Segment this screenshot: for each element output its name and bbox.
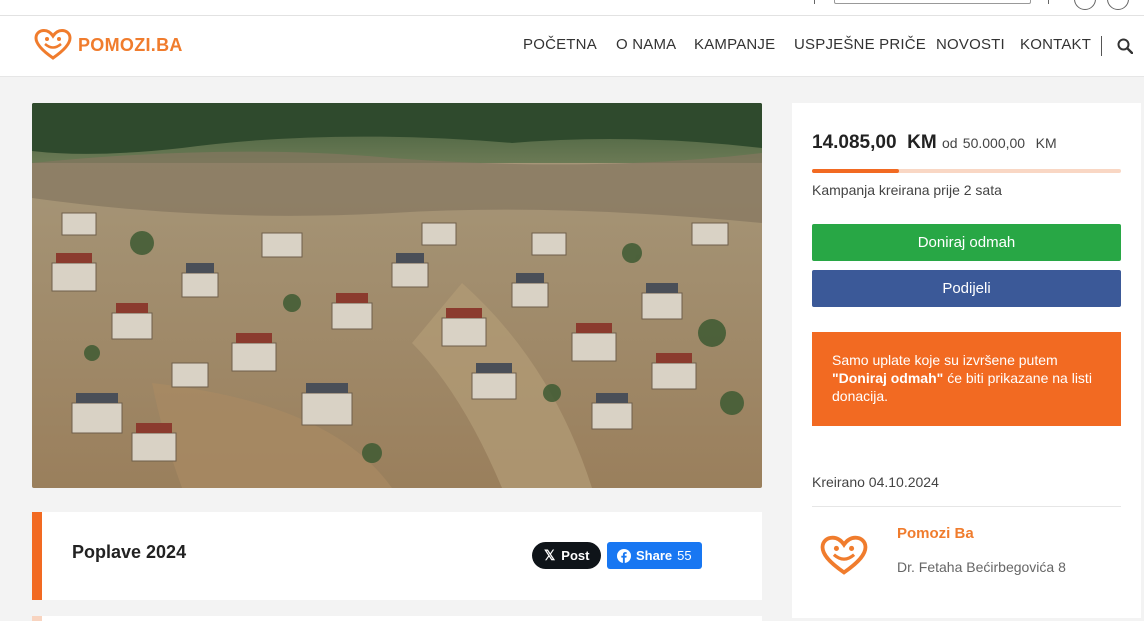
notice-text-start: Samo uplate koje su izvršene putem: [832, 352, 1058, 368]
facebook-icon: [617, 548, 631, 563]
utility-search-input[interactable]: [834, 0, 1031, 4]
nav-item-kampanje[interactable]: KAMPANJE: [694, 36, 775, 53]
top-utility-bar: [0, 0, 1144, 16]
created-date: Kreirano 04.10.2024: [812, 474, 939, 490]
main-nav: POČETNA O NAMA KAMPANJE USPJEŠNE PRIČE N…: [0, 36, 1144, 56]
nav-item-novosti[interactable]: NOVOSTI: [936, 36, 1005, 53]
x-post-label: Post: [561, 548, 590, 563]
campaign-image: [32, 103, 762, 488]
flood-aerial-illustration: [32, 103, 762, 488]
donate-now-button[interactable]: Doniraj odmah: [812, 224, 1121, 261]
campaign-title-card: Poplave 2024 𝕏 Post Share 55: [32, 512, 762, 600]
of-label: od: [941, 135, 958, 151]
search-icon[interactable]: [1117, 38, 1133, 54]
goal-currency: KM: [1035, 135, 1057, 151]
social-circle-icon[interactable]: [1074, 0, 1096, 10]
social-circle-icon[interactable]: [1107, 0, 1129, 10]
created-ago-text: Kampanja kreirana prije 2 sata: [812, 182, 1002, 198]
organizer-address: Dr. Fetaha Bećirbegovića 8: [897, 559, 1066, 575]
organizer-logo-icon: [820, 535, 868, 575]
utility-divider: [1048, 0, 1049, 4]
x-logo-icon: 𝕏: [544, 547, 556, 563]
donation-notice: Samo uplate koje su izvršene putem "Doni…: [812, 332, 1121, 426]
nav-item-kontakt[interactable]: KONTAKT: [1020, 36, 1091, 53]
raised-value: 14.085,00: [812, 132, 897, 153]
goal-value: 50.000,00: [962, 135, 1026, 151]
nav-item-pocetna[interactable]: POČETNA: [523, 36, 597, 53]
progress-bar: [812, 169, 1121, 173]
nav-divider: [1101, 36, 1102, 56]
progress-fill: [812, 169, 899, 173]
notice-text-bold: "Doniraj odmah": [832, 370, 944, 386]
nav-item-uspjesne-price[interactable]: USPJEŠNE PRIČE: [794, 36, 926, 53]
raised-amount: 14.085,00 KM od 50.000,00 KM: [812, 132, 1057, 154]
campaign-title: Poplave 2024: [72, 542, 187, 562]
site-header: POMOZI.BA POČETNA O NAMA KAMPANJE USPJEŠ…: [0, 16, 1144, 77]
donation-sidebar: 14.085,00 KM od 50.000,00 KM Kampanja kr…: [792, 103, 1141, 618]
facebook-share-count: 55: [677, 548, 692, 563]
nav-item-o-nama[interactable]: O NAMA: [616, 36, 676, 53]
facebook-share-button[interactable]: Share 55: [607, 542, 702, 569]
share-button[interactable]: Podijeli: [812, 270, 1121, 307]
organizer-name[interactable]: Pomozi Ba: [897, 525, 974, 542]
x-post-button[interactable]: 𝕏 Post: [532, 542, 602, 569]
next-card-edge: [32, 616, 762, 621]
utility-divider: [814, 0, 815, 4]
facebook-share-label: Share: [636, 548, 673, 563]
sidebar-divider: [812, 506, 1121, 507]
raised-currency: KM: [907, 132, 937, 153]
